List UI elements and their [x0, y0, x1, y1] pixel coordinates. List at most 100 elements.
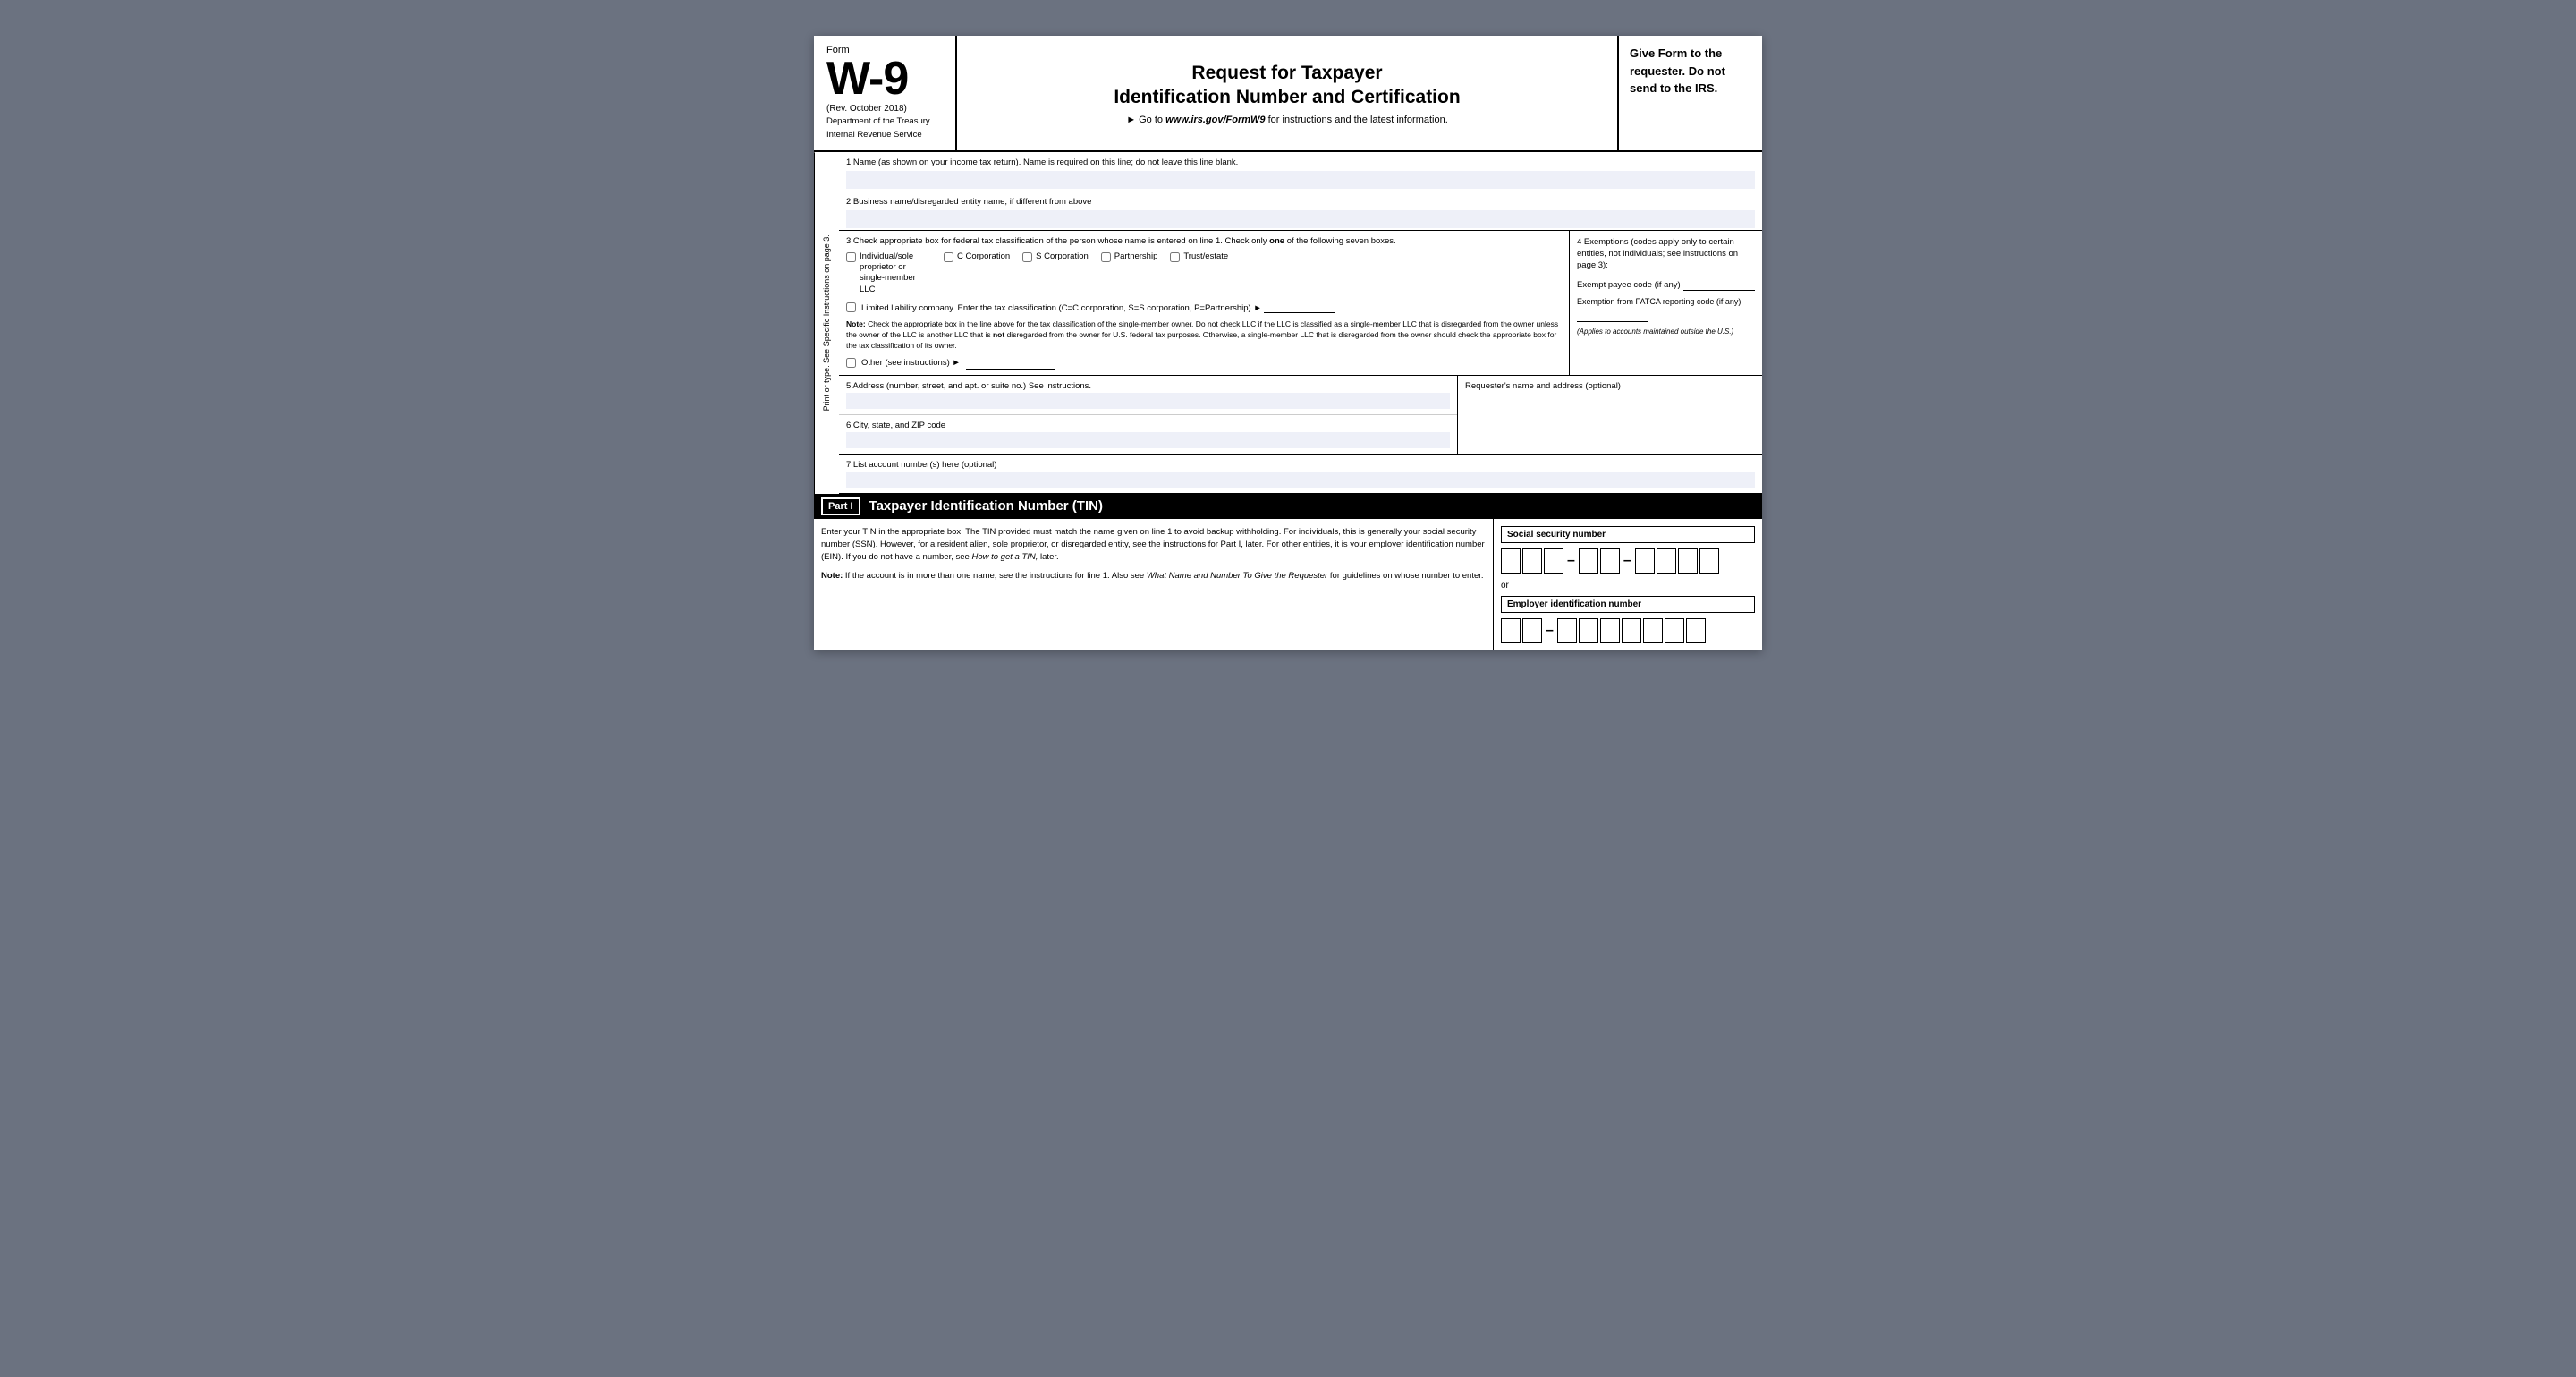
ein-box[interactable]	[1600, 618, 1620, 643]
check-individual-input[interactable]	[846, 252, 856, 262]
ssn-group2	[1579, 548, 1620, 574]
field7-row: 7 List account number(s) here (optional)	[839, 455, 1762, 494]
check-partnership: Partnership	[1101, 251, 1158, 262]
ein-box[interactable]	[1643, 618, 1663, 643]
part1-note: Note: If the account is in more than one…	[821, 570, 1486, 582]
ein-box[interactable]	[1686, 618, 1706, 643]
ein-box[interactable]	[1522, 618, 1542, 643]
requester-field: Requester's name and address (optional)	[1458, 376, 1762, 454]
ssn-label: Social security number	[1501, 526, 1755, 543]
row56-left: 5 Address (number, street, and apt. or s…	[839, 376, 1458, 454]
ssn-box[interactable]	[1579, 548, 1598, 574]
check-s-corp-input[interactable]	[1022, 252, 1032, 262]
form-fields: 1 Name (as shown on your income tax retu…	[839, 152, 1762, 494]
fatca-row: Exemption from FATCA reporting code (if …	[1577, 296, 1755, 322]
field2-row: 2 Business name/disregarded entity name,…	[839, 191, 1762, 231]
ssn-dash2: –	[1623, 553, 1631, 569]
form-title: Request for Taxpayer Identification Numb…	[1114, 61, 1460, 110]
field2-label: 2 Business name/disregarded entity name,…	[846, 197, 1091, 207]
check-s-corp: S Corporation	[1022, 251, 1089, 262]
form-body: Print or type. See Specific Instructions…	[814, 152, 1762, 494]
field5-label: 5 Address (number, street, and apt. or s…	[846, 381, 1091, 391]
requester-label: Requester's name and address (optional)	[1465, 381, 1755, 391]
ssn-box[interactable]	[1635, 548, 1655, 574]
ein-dash: –	[1546, 623, 1554, 639]
check-partnership-input[interactable]	[1101, 252, 1111, 262]
ein-box[interactable]	[1557, 618, 1577, 643]
field7-input[interactable]	[846, 472, 1755, 488]
note-text: Note: Check the appropriate box in the l…	[846, 319, 1562, 352]
field3-label: 3 Check appropriate box for federal tax …	[846, 236, 1562, 246]
exempt-payee-label: Exempt payee code (if any)	[1577, 280, 1681, 290]
ssn-boxes: – –	[1501, 548, 1755, 574]
ssn-box[interactable]	[1501, 548, 1521, 574]
header-left: Form W-9 (Rev. October 2018) Department …	[814, 36, 957, 150]
ssn-box[interactable]	[1657, 548, 1676, 574]
ssn-dash1: –	[1567, 553, 1575, 569]
llc-row: Limited liability company. Enter the tax…	[846, 301, 1562, 314]
part1-container: Enter your TIN in the appropriate box. T…	[814, 519, 1762, 650]
check-trust-input[interactable]	[1170, 252, 1180, 262]
part1-left: Enter your TIN in the appropriate box. T…	[814, 519, 1494, 650]
header-center: Request for Taxpayer Identification Numb…	[957, 36, 1619, 150]
form-rev: (Rev. October 2018)	[826, 104, 943, 114]
sidebar-label: Print or type. See Specific Instructions…	[814, 152, 839, 494]
check-c-corp: C Corporation	[944, 251, 1010, 262]
exempt-payee-input[interactable]	[1683, 278, 1755, 291]
ssn-box[interactable]	[1699, 548, 1719, 574]
ssn-box[interactable]	[1678, 548, 1698, 574]
check-c-corp-input[interactable]	[944, 252, 953, 262]
field6-input[interactable]	[846, 432, 1450, 448]
ein-box[interactable]	[1501, 618, 1521, 643]
ein-box[interactable]	[1622, 618, 1641, 643]
header-right: Give Form to the requester. Do not send …	[1619, 36, 1762, 150]
row3-container: 3 Check appropriate box for federal tax …	[839, 231, 1762, 376]
field7-label: 7 List account number(s) here (optional)	[846, 460, 996, 470]
part1-body1: Enter your TIN in the appropriate box. T…	[821, 526, 1486, 565]
exempt-payee-row: Exempt payee code (if any)	[1577, 278, 1755, 291]
form-dept2: Internal Revenue Service	[826, 129, 943, 140]
ein-boxes: –	[1501, 618, 1755, 643]
part1-header: Part I Taxpayer Identification Number (T…	[814, 494, 1762, 519]
llc-classification-input[interactable]	[1264, 301, 1335, 313]
row3-right: 4 Exemptions (codes apply only to certai…	[1570, 231, 1762, 375]
field1-input[interactable]	[846, 171, 1755, 189]
ssn-box[interactable]	[1544, 548, 1563, 574]
part1-label: Part I	[821, 497, 860, 515]
check-trust: Trust/estate	[1170, 251, 1228, 262]
w9-form: Form W-9 (Rev. October 2018) Department …	[814, 36, 1762, 650]
exemptions-title: 4 Exemptions (codes apply only to certai…	[1577, 236, 1755, 272]
goto-text: ► Go to www.irs.gov/FormW9 for instructi…	[1126, 115, 1448, 125]
row3-left: 3 Check appropriate box for federal tax …	[839, 231, 1570, 375]
ssn-box[interactable]	[1522, 548, 1542, 574]
other-row: Other (see instructions) ►	[846, 357, 1562, 370]
checkboxes-row: Individual/sole proprietor or single-mem…	[846, 251, 1562, 295]
check-other-input[interactable]	[846, 358, 856, 368]
check-individual: Individual/sole proprietor or single-mem…	[846, 251, 931, 295]
applies-text: (Applies to accounts maintained outside …	[1577, 327, 1755, 336]
field5-row: 5 Address (number, street, and apt. or s…	[839, 376, 1457, 415]
check-llc-input[interactable]	[846, 302, 856, 312]
ssn-group1	[1501, 548, 1563, 574]
ein-label: Employer identification number	[1501, 596, 1755, 613]
fatca-input[interactable]	[1577, 310, 1648, 322]
field5-input[interactable]	[846, 393, 1450, 409]
part1-title: Taxpayer Identification Number (TIN)	[869, 498, 1103, 514]
form-header: Form W-9 (Rev. October 2018) Department …	[814, 36, 1762, 152]
field2-input[interactable]	[846, 210, 1755, 228]
ssn-box[interactable]	[1600, 548, 1620, 574]
ein-group2	[1557, 618, 1706, 643]
row56-container: 5 Address (number, street, and apt. or s…	[839, 376, 1762, 455]
form-dept1: Department of the Treasury	[826, 115, 943, 127]
form-number: W-9	[826, 55, 943, 102]
fatca-label: Exemption from FATCA reporting code (if …	[1577, 297, 1741, 306]
ein-group1	[1501, 618, 1542, 643]
field6-label: 6 City, state, and ZIP code	[846, 421, 945, 430]
ein-box[interactable]	[1665, 618, 1684, 643]
part1-right: Social security number – –	[1494, 519, 1762, 650]
field1-row: 1 Name (as shown on your income tax retu…	[839, 152, 1762, 191]
ein-box[interactable]	[1579, 618, 1598, 643]
field6-row: 6 City, state, and ZIP code	[839, 415, 1457, 454]
other-input[interactable]	[966, 357, 1055, 370]
ssn-group3	[1635, 548, 1719, 574]
